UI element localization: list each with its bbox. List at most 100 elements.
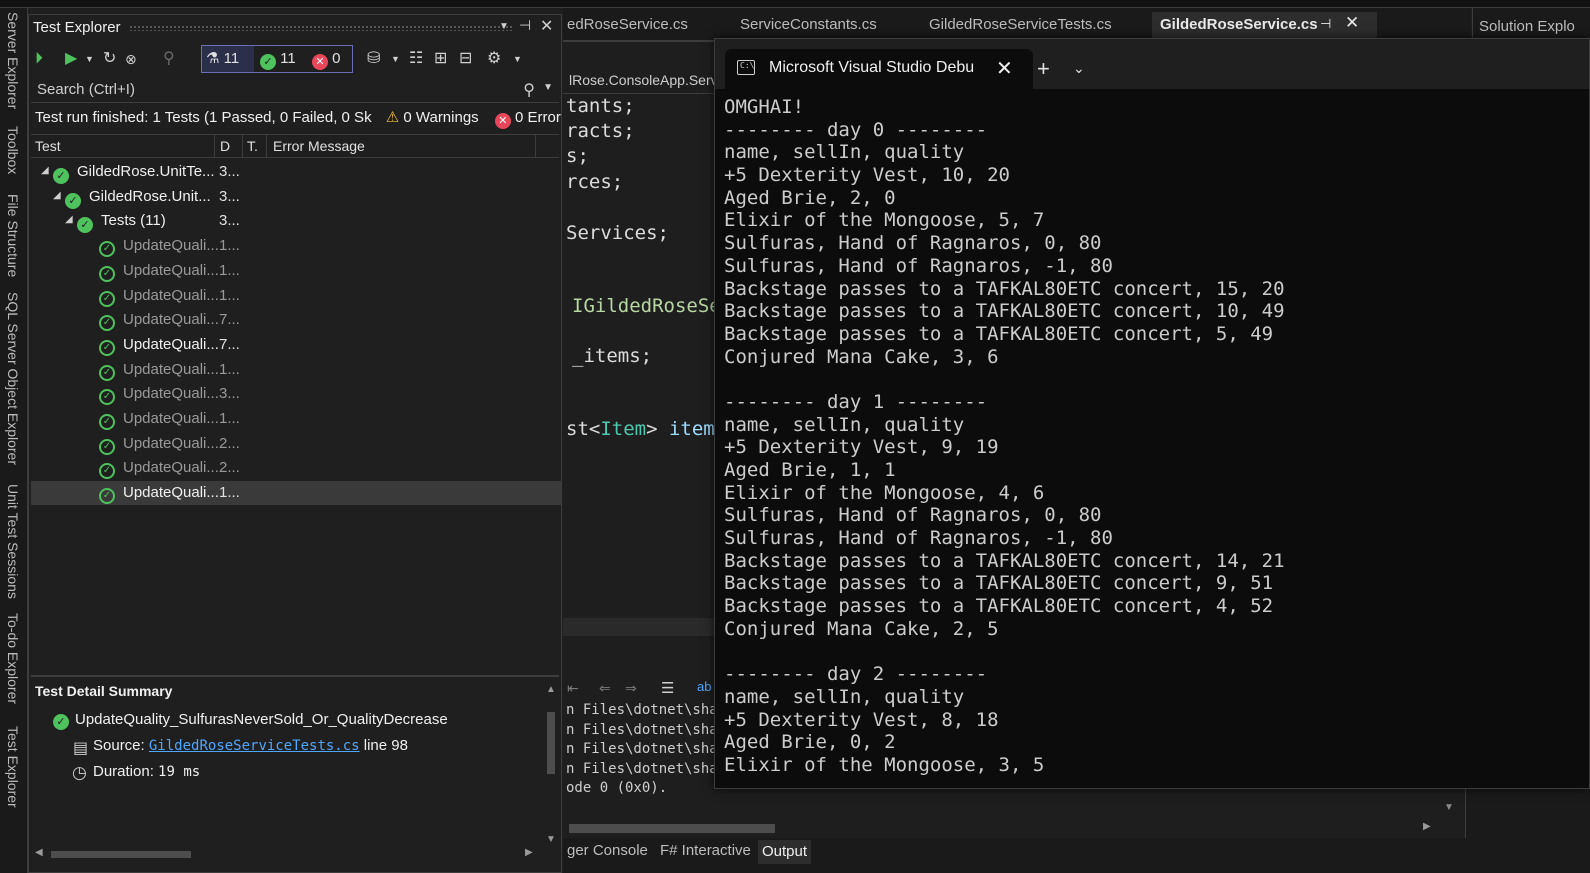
side-tab-toolbox[interactable]: Toolbox: [5, 126, 21, 174]
test-duration: 2...: [219, 459, 240, 477]
scroll-up-icon[interactable]: ▲: [546, 684, 556, 695]
console-line: -------- day 0 --------: [724, 118, 988, 141]
editor-navigation-bar[interactable]: lRose.ConsoleApp.Serv: [563, 68, 723, 94]
close-icon[interactable]: ✕: [540, 16, 553, 36]
test-row[interactable]: ✓ UpdateQuali... 7...: [31, 308, 561, 332]
console-line: -------- day 2 --------: [724, 663, 988, 686]
previous-message-icon[interactable]: ⇐: [599, 680, 611, 697]
source-file-link[interactable]: GildedRoseServiceTests.cs: [149, 738, 360, 754]
output-tool-icon[interactable]: ⇤: [567, 680, 579, 697]
test-row[interactable]: ✓ UpdateQuali... 1...: [31, 284, 561, 308]
tab-output[interactable]: Output: [758, 840, 812, 864]
hierarchy-icon[interactable]: ☷: [409, 46, 423, 72]
expand-collapse-icon[interactable]: ◢: [41, 165, 49, 176]
output-horizontal-scrollbar[interactable]: ▶: [563, 820, 1443, 836]
group-by-icon[interactable]: ⛁: [367, 46, 380, 72]
next-message-icon[interactable]: ⇒: [625, 680, 637, 697]
side-tab-unit-test-sessions[interactable]: Unit Test Sessions: [5, 484, 21, 599]
side-tab-sql-server-object-explorer[interactable]: SQL Server Object Explorer: [5, 292, 21, 465]
pin-icon[interactable]: ⊣: [1320, 16, 1331, 32]
column-divider[interactable]: [535, 135, 536, 157]
test-name: UpdateQuali...: [123, 237, 219, 255]
run-all-tests-icon[interactable]: ⏵: [35, 46, 43, 72]
playlist-icon[interactable]: ⚲: [163, 46, 175, 72]
settings-dropdown-icon[interactable]: ▼: [513, 46, 522, 72]
terminal-tab[interactable]: C:\ Microsoft Visual Studio Debug Consol…: [725, 49, 1033, 89]
new-tab-icon[interactable]: +: [1037, 56, 1050, 82]
test-row[interactable]: ✓ UpdateQuali... 1...: [31, 259, 561, 283]
side-tab-file-structure[interactable]: File Structure: [5, 194, 21, 277]
errors-count[interactable]: 0 Errors: [515, 109, 561, 126]
test-row[interactable]: ✓ UpdateQuali... 3...: [31, 382, 561, 406]
failed-tests-counter[interactable]: ✕ 0: [308, 46, 352, 72]
doc-tab-gildedroseservicetests[interactable]: GildedRoseServiceTests.cs: [929, 16, 1112, 33]
window-position-dropdown-icon[interactable]: ▼: [499, 21, 509, 32]
scroll-right-icon[interactable]: ▶: [1423, 821, 1431, 832]
collapse-all-icon[interactable]: ⊟: [459, 46, 472, 72]
search-box[interactable]: Search (Ctrl+I) ⚲ ▼: [31, 77, 559, 103]
detail-horizontal-scrollbar[interactable]: ◀ ▶: [31, 844, 559, 862]
tree-group-row[interactable]: ◢ ✓ GildedRose.UnitTe... 3...: [31, 160, 561, 184]
search-options-dropdown-icon[interactable]: ▼: [543, 82, 553, 93]
repeat-last-run-icon[interactable]: ↻: [103, 46, 116, 72]
test-row[interactable]: ✓ UpdateQuali... 2...: [31, 432, 561, 456]
test-row[interactable]: ✓ UpdateQuali... 2...: [31, 456, 561, 480]
detail-vertical-scrollbar[interactable]: ▲ ▼: [543, 684, 559, 852]
tree-group-row[interactable]: ◢ ✓ Tests (11) 3...: [31, 209, 561, 234]
total-tests-counter[interactable]: ⚗ 11: [202, 46, 254, 72]
terminal-output[interactable]: OMGHAI! -------- day 0 -------- name, sell…: [724, 96, 1584, 786]
scrollbar-thumb[interactable]: [569, 824, 775, 833]
terminal-title-bar[interactable]: C:\ Microsoft Visual Studio Debug Consol…: [715, 39, 1589, 89]
debug-console-window[interactable]: C:\ Microsoft Visual Studio Debug Consol…: [714, 38, 1590, 789]
warnings-count[interactable]: 0 Warnings: [403, 109, 478, 126]
tree-group-row[interactable]: ◢ ✓ GildedRose.Unit... 3...: [31, 185, 561, 209]
run-dropdown-icon[interactable]: ▼: [85, 46, 94, 72]
search-icon[interactable]: ⚲: [523, 80, 535, 100]
word-wrap-icon[interactable]: ab: [697, 679, 711, 694]
scrollbar-thumb[interactable]: [547, 712, 555, 774]
pin-icon[interactable]: ⊣: [519, 17, 531, 34]
column-divider[interactable]: [242, 135, 243, 157]
passed-check-icon: ✓: [99, 362, 115, 381]
expand-collapse-icon[interactable]: ◢: [65, 214, 73, 225]
cancel-run-icon[interactable]: ⊗: [125, 46, 137, 72]
column-divider[interactable]: [214, 135, 215, 157]
run-tests-icon[interactable]: ▶: [65, 46, 77, 72]
passed-tests-counter[interactable]: ✓ 11: [256, 46, 306, 72]
test-name: UpdateQuali...: [123, 286, 219, 304]
column-header-test[interactable]: Test: [35, 138, 61, 154]
test-row[interactable]: ✓ UpdateQuali... 1...: [31, 234, 561, 258]
tab-dropdown-icon[interactable]: ⌄: [1073, 60, 1085, 77]
side-tab-todo-explorer[interactable]: To-do Explorer: [5, 613, 21, 704]
test-row[interactable]: ✓ UpdateQuali... 1...: [31, 407, 561, 431]
side-tab-server-explorer[interactable]: Server Explorer: [5, 12, 21, 109]
settings-gear-icon[interactable]: ⚙: [487, 46, 501, 72]
side-tab-test-explorer[interactable]: Test Explorer: [5, 726, 21, 808]
doc-tab-serviceconstants[interactable]: ServiceConstants.cs: [740, 16, 877, 33]
expand-collapse-icon[interactable]: ◢: [53, 190, 61, 201]
test-duration: 1...: [219, 360, 240, 378]
tab-package-manager-console[interactable]: ger Console: [567, 842, 648, 859]
close-tab-icon[interactable]: ✕: [1345, 13, 1359, 33]
group-by-dropdown-icon[interactable]: ▼: [391, 46, 400, 72]
close-tab-icon[interactable]: ✕: [996, 56, 1013, 81]
column-header-traits[interactable]: T.: [247, 138, 258, 154]
clear-all-icon[interactable]: ☰: [661, 679, 674, 697]
editor-horizontal-scrollbar[interactable]: [563, 618, 723, 636]
scroll-right-icon[interactable]: ▶: [525, 847, 533, 858]
column-header-duration[interactable]: D: [220, 138, 230, 154]
scroll-left-icon[interactable]: ◀: [35, 847, 43, 858]
test-row[interactable]: ✓ UpdateQuali... 1...: [31, 358, 561, 382]
doc-tab-gildedroseservice-1[interactable]: edRoseService.cs: [567, 16, 688, 33]
solution-explorer-tab[interactable]: Solution Explo: [1472, 8, 1590, 42]
output-scroll-down-icon[interactable]: ▼: [1444, 802, 1454, 813]
test-row[interactable]: ✓ UpdateQuali... 1...: [31, 481, 561, 506]
scrollbar-thumb[interactable]: [51, 851, 191, 858]
panel-splitter[interactable]: [31, 675, 559, 677]
column-divider[interactable]: [266, 135, 267, 157]
column-header-error-message[interactable]: Error Message: [273, 138, 365, 154]
tab-fsharp-interactive[interactable]: F# Interactive: [660, 842, 751, 859]
expand-all-icon[interactable]: ⊞: [434, 46, 447, 72]
drag-grip[interactable]: [129, 25, 514, 31]
test-row[interactable]: ✓ UpdateQuali... 7...: [31, 333, 561, 357]
